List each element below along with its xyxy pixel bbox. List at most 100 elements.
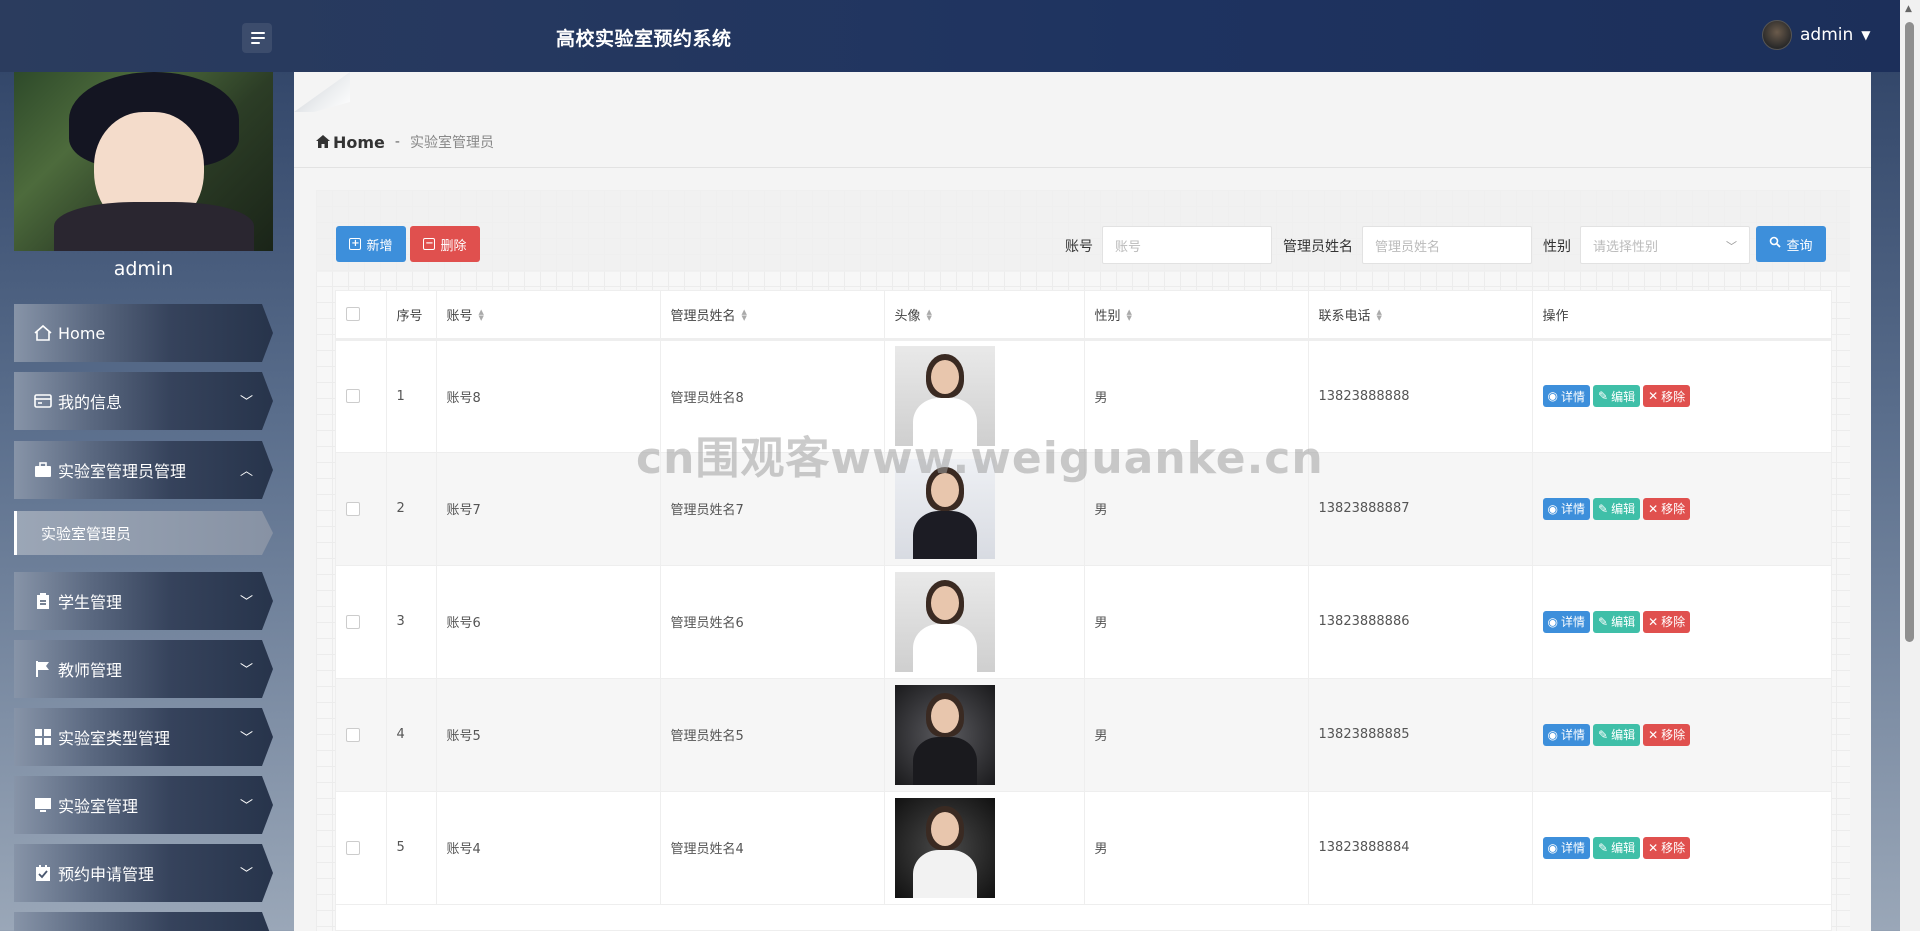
delete-button[interactable]: − 删除 (410, 226, 480, 262)
table-header-row: 序号 账号 ▲ ▼ 管理员姓名 ▲ ▼ 头像 ▲ ▼ 性别 ▲ ▼ 联系电话 ▲ ▼ 操作 (336, 291, 1831, 341)
row-checkbox[interactable] (346, 840, 360, 855)
page-scrollbar[interactable]: ▲ (1900, 0, 1920, 931)
sidebar-item-my-info[interactable]: 我的信息 ﹀ (14, 372, 273, 430)
cell-phone: 13823888885 (1308, 678, 1533, 792)
cell-avatar (884, 565, 1085, 679)
sidebar-item-student-mgmt[interactable]: 学生管理 ﹀ (14, 572, 273, 630)
menu-toggle-icon[interactable] (242, 23, 272, 53)
avatar-photo[interactable] (894, 458, 995, 559)
detail-button[interactable]: ◉ 详情 (1542, 610, 1590, 633)
sidebar-subitem-lab-admin[interactable]: 实验室管理员 (14, 511, 273, 555)
user-avatar (1762, 20, 1792, 50)
col-header-actions: 操作 (1532, 291, 1831, 341)
remove-button[interactable]: ✕ 移除 (1643, 723, 1691, 746)
chevron-down-icon: ﹀ (239, 867, 253, 882)
scrollbar-thumb[interactable] (1905, 22, 1914, 642)
sidebar-item-more[interactable] (14, 912, 273, 931)
cell-gender: 男 (1084, 791, 1309, 905)
top-header: 高校实验室预约系统 admin ▼ (0, 0, 1920, 72)
remove-button[interactable]: ✕ 移除 (1643, 497, 1691, 520)
breadcrumb-separator: - (394, 134, 400, 150)
remove-label: 移除 (1661, 615, 1686, 629)
sidebar-item-label: 实验室管理 (58, 797, 139, 816)
col-header-admin-name[interactable]: 管理员姓名 ▲ ▼ (660, 291, 885, 341)
remove-button[interactable]: ✕ 移除 (1643, 836, 1691, 859)
remove-button[interactable]: ✕ 移除 (1643, 385, 1691, 407)
sort-icon[interactable]: ▲ ▼ (742, 309, 747, 322)
admin-name-filter-label: 管理员姓名 (1283, 239, 1353, 255)
row-checkbox[interactable] (346, 614, 360, 629)
scroll-up-arrow-icon[interactable]: ▲ (1905, 4, 1912, 14)
table-row[interactable]: 1 账号8 管理员姓名8 男 13823888888 ◉ 详情 ✎ 编辑 ✕ 移除 (336, 339, 1831, 453)
breadcrumb-home[interactable]: Home (316, 133, 385, 152)
cell-phone: 13823888886 (1308, 565, 1533, 679)
admin-name-input[interactable]: 管理员姓名 (1362, 226, 1532, 264)
table-row[interactable]: 5 账号4 管理员姓名4 男 13823888884 ◉ 详情 ✎ 编辑 ✕ 移除 (336, 791, 1831, 905)
detail-button[interactable]: ◉ 详情 (1542, 723, 1590, 746)
eye-icon: ◉ (1547, 614, 1558, 629)
account-input[interactable]: 账号 (1102, 226, 1272, 264)
row-checkbox[interactable] (346, 727, 360, 742)
edit-label: 编辑 (1611, 728, 1636, 742)
row-select-cell (336, 565, 387, 679)
flag-icon (32, 658, 54, 680)
sidebar-item-label: 我的信息 (58, 393, 123, 412)
cell-actions: ◉ 详情 ✎ 编辑 ✕ 移除 (1532, 452, 1831, 566)
edit-label: 编辑 (1611, 841, 1636, 855)
sort-icon[interactable]: ▲ ▼ (927, 309, 932, 322)
breadcrumb: Home - 实验室管理员 (316, 132, 494, 152)
table-row[interactable]: 3 账号6 管理员姓名6 男 13823888886 ◉ 详情 ✎ 编辑 ✕ 移除 (336, 565, 1831, 679)
eye-icon: ◉ (1547, 501, 1558, 516)
sort-icon[interactable]: ▲ ▼ (1127, 309, 1132, 322)
detail-button[interactable]: ◉ 详情 (1542, 497, 1590, 520)
edit-button[interactable]: ✎ 编辑 (1593, 836, 1641, 859)
sidebar-item-lab-admin-mgmt[interactable]: 实验室管理员管理 ︿ (14, 441, 273, 499)
edit-button[interactable]: ✎ 编辑 (1593, 497, 1641, 520)
table-row[interactable]: 2 账号7 管理员姓名7 男 13823888887 ◉ 详情 ✎ 编辑 ✕ 移除 (336, 452, 1831, 566)
col-header-phone[interactable]: 联系电话 ▲ ▼ (1308, 291, 1533, 341)
sidebar-item-lab-mgmt[interactable]: 实验室管理 ﹀ (14, 776, 273, 834)
sidebar-item-reservation-mgmt[interactable]: 预约申请管理 ﹀ (14, 844, 273, 902)
monitor-icon (32, 794, 54, 816)
col-header-avatar[interactable]: 头像 ▲ ▼ (884, 291, 1085, 341)
detail-button[interactable]: ◉ 详情 (1542, 385, 1590, 407)
detail-button[interactable]: ◉ 详情 (1542, 836, 1590, 859)
add-button[interactable]: + 新增 (336, 226, 406, 262)
edit-button[interactable]: ✎ 编辑 (1593, 610, 1641, 633)
delete-button-label: 删除 (440, 238, 467, 254)
avatar-photo[interactable] (894, 346, 995, 446)
detail-label: 详情 (1560, 841, 1585, 855)
cell-actions: ◉ 详情 ✎ 编辑 ✕ 移除 (1532, 565, 1831, 679)
close-icon: ✕ (1648, 727, 1659, 742)
col-header-account[interactable]: 账号 ▲ ▼ (436, 291, 661, 341)
search-button[interactable]: 查询 (1756, 226, 1826, 262)
gender-select[interactable]: 请选择性别 ﹀ (1580, 226, 1750, 264)
row-checkbox[interactable] (346, 389, 360, 403)
chevron-down-icon: ﹀ (239, 663, 253, 678)
sidebar: admin Home 我的信息 ﹀ 实验室管理员管理 ︿ 实验室管理员 学生管理… (0, 72, 285, 931)
sidebar-item-home[interactable]: Home (14, 304, 273, 362)
edit-button[interactable]: ✎ 编辑 (1593, 385, 1641, 407)
main-panel: Home - 实验室管理员 + 新增 − 删除 账号 账号 管理员姓名 管理员姓… (294, 72, 1871, 931)
select-all-checkbox[interactable] (346, 307, 360, 322)
toolbar: + 新增 − 删除 账号 账号 管理员姓名 管理员姓名 性别 请选择性别 ﹀ 查… (316, 190, 1850, 272)
table-row[interactable]: 4 账号5 管理员姓名5 男 13823888885 ◉ 详情 ✎ 编辑 ✕ 移除 (336, 678, 1831, 792)
sort-icon[interactable]: ▲ ▼ (1377, 309, 1382, 322)
briefcase-icon (32, 459, 54, 481)
col-header-gender[interactable]: 性别 ▲ ▼ (1084, 291, 1309, 341)
sidebar-item-lab-type-mgmt[interactable]: 实验室类型管理 ﹀ (14, 708, 273, 766)
edit-button[interactable]: ✎ 编辑 (1593, 723, 1641, 746)
avatar-photo[interactable] (894, 684, 995, 785)
cell-admin-name: 管理员姓名8 (660, 339, 885, 453)
col-header-label: 性别 (1094, 308, 1121, 324)
avatar-photo[interactable] (894, 797, 995, 898)
avatar-photo[interactable] (894, 571, 995, 672)
row-checkbox[interactable] (346, 501, 360, 516)
sidebar-item-teacher-mgmt[interactable]: 教师管理 ﹀ (14, 640, 273, 698)
eye-icon: ◉ (1547, 727, 1558, 742)
remove-button[interactable]: ✕ 移除 (1643, 610, 1691, 633)
account-filter-label: 账号 (1065, 239, 1093, 255)
remove-label: 移除 (1661, 389, 1686, 404)
user-menu[interactable]: admin ▼ (1762, 20, 1871, 50)
sort-icon[interactable]: ▲ ▼ (479, 309, 484, 322)
